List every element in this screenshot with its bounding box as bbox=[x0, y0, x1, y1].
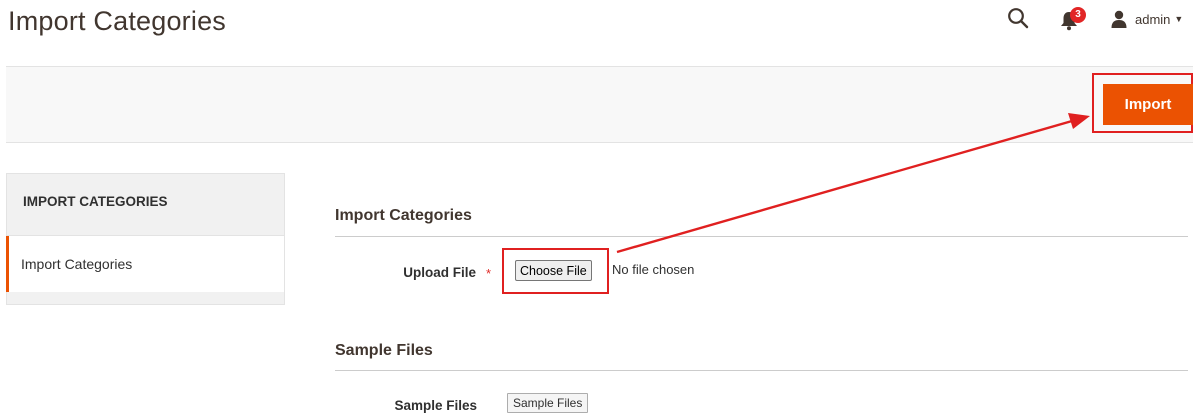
section-divider bbox=[335, 236, 1188, 237]
sample-files-label: Sample Files bbox=[394, 398, 477, 413]
sidebar-item-import-categories[interactable]: Import Categories bbox=[6, 236, 285, 292]
notification-count-badge: 3 bbox=[1070, 7, 1086, 23]
caret-down-icon: ▼ bbox=[1174, 14, 1184, 24]
choose-file-button[interactable]: Choose File bbox=[515, 260, 592, 281]
sample-section-title: Sample Files bbox=[335, 342, 433, 359]
sample-files-button[interactable]: Sample Files bbox=[507, 393, 589, 413]
sidebar-section-title: IMPORT CATEGORIES bbox=[6, 173, 285, 236]
file-status-text: No file chosen bbox=[612, 262, 695, 277]
user-menu[interactable]: admin ▼ bbox=[1111, 7, 1183, 31]
sidebar: IMPORT CATEGORIES Import Categories bbox=[6, 173, 285, 305]
section-divider bbox=[335, 370, 1188, 371]
search-icon[interactable] bbox=[1007, 7, 1029, 29]
user-icon bbox=[1111, 10, 1127, 28]
page-actions-bar bbox=[6, 66, 1193, 143]
upload-file-label: Upload File bbox=[403, 265, 476, 280]
required-marker: * bbox=[486, 266, 492, 281]
page-title: Import Categories bbox=[8, 6, 226, 36]
user-name: admin bbox=[1135, 11, 1171, 27]
sidebar-footer bbox=[6, 292, 285, 305]
notifications-button[interactable]: 3 bbox=[1060, 7, 1090, 31]
import-section-title: Import Categories bbox=[335, 207, 472, 224]
import-button[interactable]: Import bbox=[1103, 84, 1193, 125]
